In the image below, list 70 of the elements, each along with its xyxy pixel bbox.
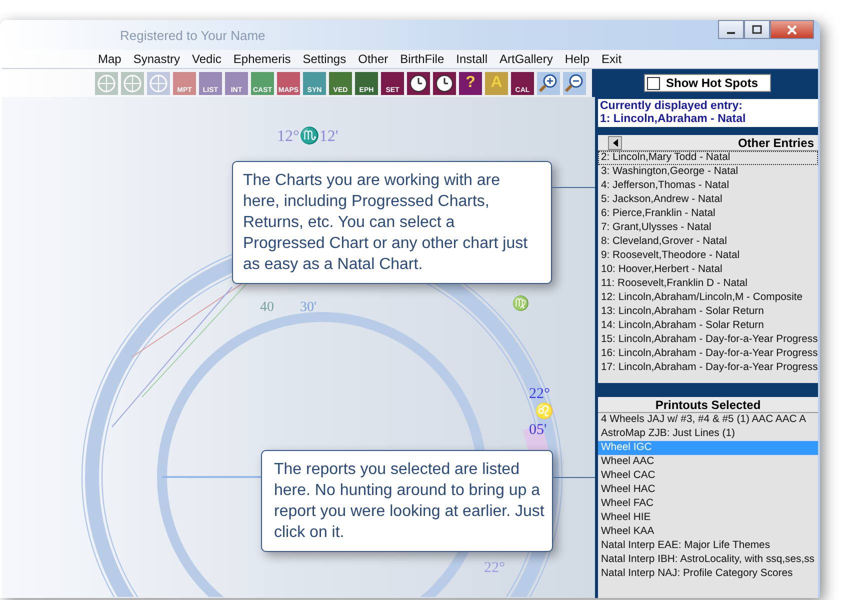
close-button[interactable] [770, 20, 814, 39]
clock-icon[interactable] [433, 72, 456, 94]
show-hot-spots-checkbox[interactable]: Show Hot Spots [644, 74, 771, 92]
list-title: Other Entries [738, 136, 814, 150]
menu-item[interactable]: Exit [596, 52, 628, 66]
menu-item[interactable]: Map [92, 52, 128, 66]
chart-label: 40 [260, 301, 274, 315]
chart-label: 12°♏12' [277, 129, 338, 145]
menu-item[interactable]: Install [450, 52, 494, 66]
list-item[interactable]: Natal Interp IBH: AstroLocality, with ssq,ses,ss [598, 553, 818, 567]
list-item[interactable]: 3: Washington,George - Natal [598, 165, 818, 179]
menu-item[interactable]: Synastry [127, 52, 186, 66]
list-item[interactable]: Wheel HAC [598, 483, 818, 497]
leader-line [552, 477, 595, 478]
zoom-out-icon[interactable] [563, 72, 586, 94]
minimize-button[interactable] [718, 20, 744, 39]
list-item[interactable]: 4 Wheels JAJ w/ #3, #4 & #5 (1) AAC AAC A [598, 413, 818, 427]
list-item[interactable]: 13: Lincoln,Abraham - Solar Return [598, 305, 818, 319]
checkbox[interactable] [647, 76, 660, 90]
menu-item[interactable]: ArtGallery [494, 52, 559, 66]
menu-item[interactable]: Settings [296, 52, 352, 66]
list-item[interactable]: 6: Pierce,Franklin - Natal [598, 207, 818, 221]
menu-item[interactable]: Other [352, 52, 394, 66]
left-arrow-icon [612, 138, 618, 146]
list-item[interactable]: 12: Lincoln,Abraham/Lincoln,M - Composite [598, 291, 818, 305]
list-item[interactable]: AstroMap ZJB: Just Lines (1) [598, 427, 818, 441]
clock-icon[interactable] [407, 72, 430, 94]
minimize-icon [727, 32, 735, 34]
menu-item[interactable]: Ephemeris [227, 52, 297, 66]
list-item[interactable]: Wheel HIE [598, 511, 818, 525]
list-item[interactable]: 8: Cleveland,Grover - Natal [598, 235, 818, 249]
scroll-left-button[interactable] [608, 136, 622, 150]
list-item[interactable]: 2: Lincoln,Mary Todd - Natal [598, 151, 818, 165]
current-entry-heading: Currently displayed entry: [600, 100, 744, 113]
maximize-button[interactable] [744, 20, 770, 39]
menu-item[interactable]: Vedic [186, 52, 228, 66]
chart-label: 22° [529, 387, 550, 402]
window-title: Registered to Your Name [120, 28, 266, 42]
list-item[interactable]: 10: Hoover,Herbert - Natal [598, 263, 818, 277]
list-item[interactable]: 7: Grant,Ulysses - Natal [598, 221, 818, 235]
current-entry-value: 1: Lincoln,Abraham - Natal [600, 113, 747, 126]
list-item[interactable]: Wheel CAC [598, 469, 818, 483]
chart-label: 05' [529, 423, 547, 438]
list-item[interactable]: Wheel KAA [598, 525, 818, 539]
zoom-in-icon[interactable] [537, 72, 560, 94]
list-item[interactable]: 15: Lincoln,Abraham - Day-for-a-Year Progress [598, 333, 818, 347]
list-item[interactable]: 4: Jefferson,Thomas - Natal [598, 179, 818, 193]
list-item[interactable]: Wheel AAC [598, 455, 818, 469]
close-icon [786, 24, 798, 36]
menu-item[interactable]: BirthFile [394, 52, 450, 66]
callout: The reports you selected are listed here. No hunting around to bring up a report you were looking at earlier. Just click on it. [261, 450, 553, 552]
list-item[interactable]: 14: Lincoln,Abraham - Solar Return [598, 319, 818, 333]
list-item[interactable]: Natal Interp NAJ: Profile Category Scores [598, 567, 818, 581]
maximize-icon [752, 24, 762, 34]
list-item[interactable]: Natal Interp EAE: Major Life Themes [598, 539, 818, 553]
list-item[interactable]: 16: Lincoln,Abraham - Day-for-a-Year Progress [598, 347, 818, 361]
toolbar-button[interactable]: ? [459, 72, 482, 94]
callout: The Charts you are working with are here, including Progressed Charts, Returns, etc. You can select a Progressed Chart or any other chart just as easy as a Natal Chart. [232, 161, 552, 284]
list-title: Printouts Selected [655, 398, 761, 412]
leader-line [552, 187, 595, 188]
menu-item[interactable]: Help [558, 52, 596, 66]
chart-label: 30' [300, 301, 317, 315]
chart-label: 22° [484, 561, 505, 576]
list-item[interactable]: 9: Roosevelt,Theodore - Natal [598, 249, 818, 263]
list-item[interactable]: 5: Jackson,Andrew - Natal [598, 193, 818, 207]
list-item[interactable]: Wheel FAC [598, 497, 818, 511]
chart-label: ♌ [535, 405, 554, 420]
list-item[interactable]: 17: Lincoln,Abraham - Day-for-a-Year Progress [598, 361, 818, 375]
chart-label: ♍ [512, 298, 529, 312]
list-item[interactable]: 11: Roosevelt,Franklin D - Natal [598, 277, 818, 291]
